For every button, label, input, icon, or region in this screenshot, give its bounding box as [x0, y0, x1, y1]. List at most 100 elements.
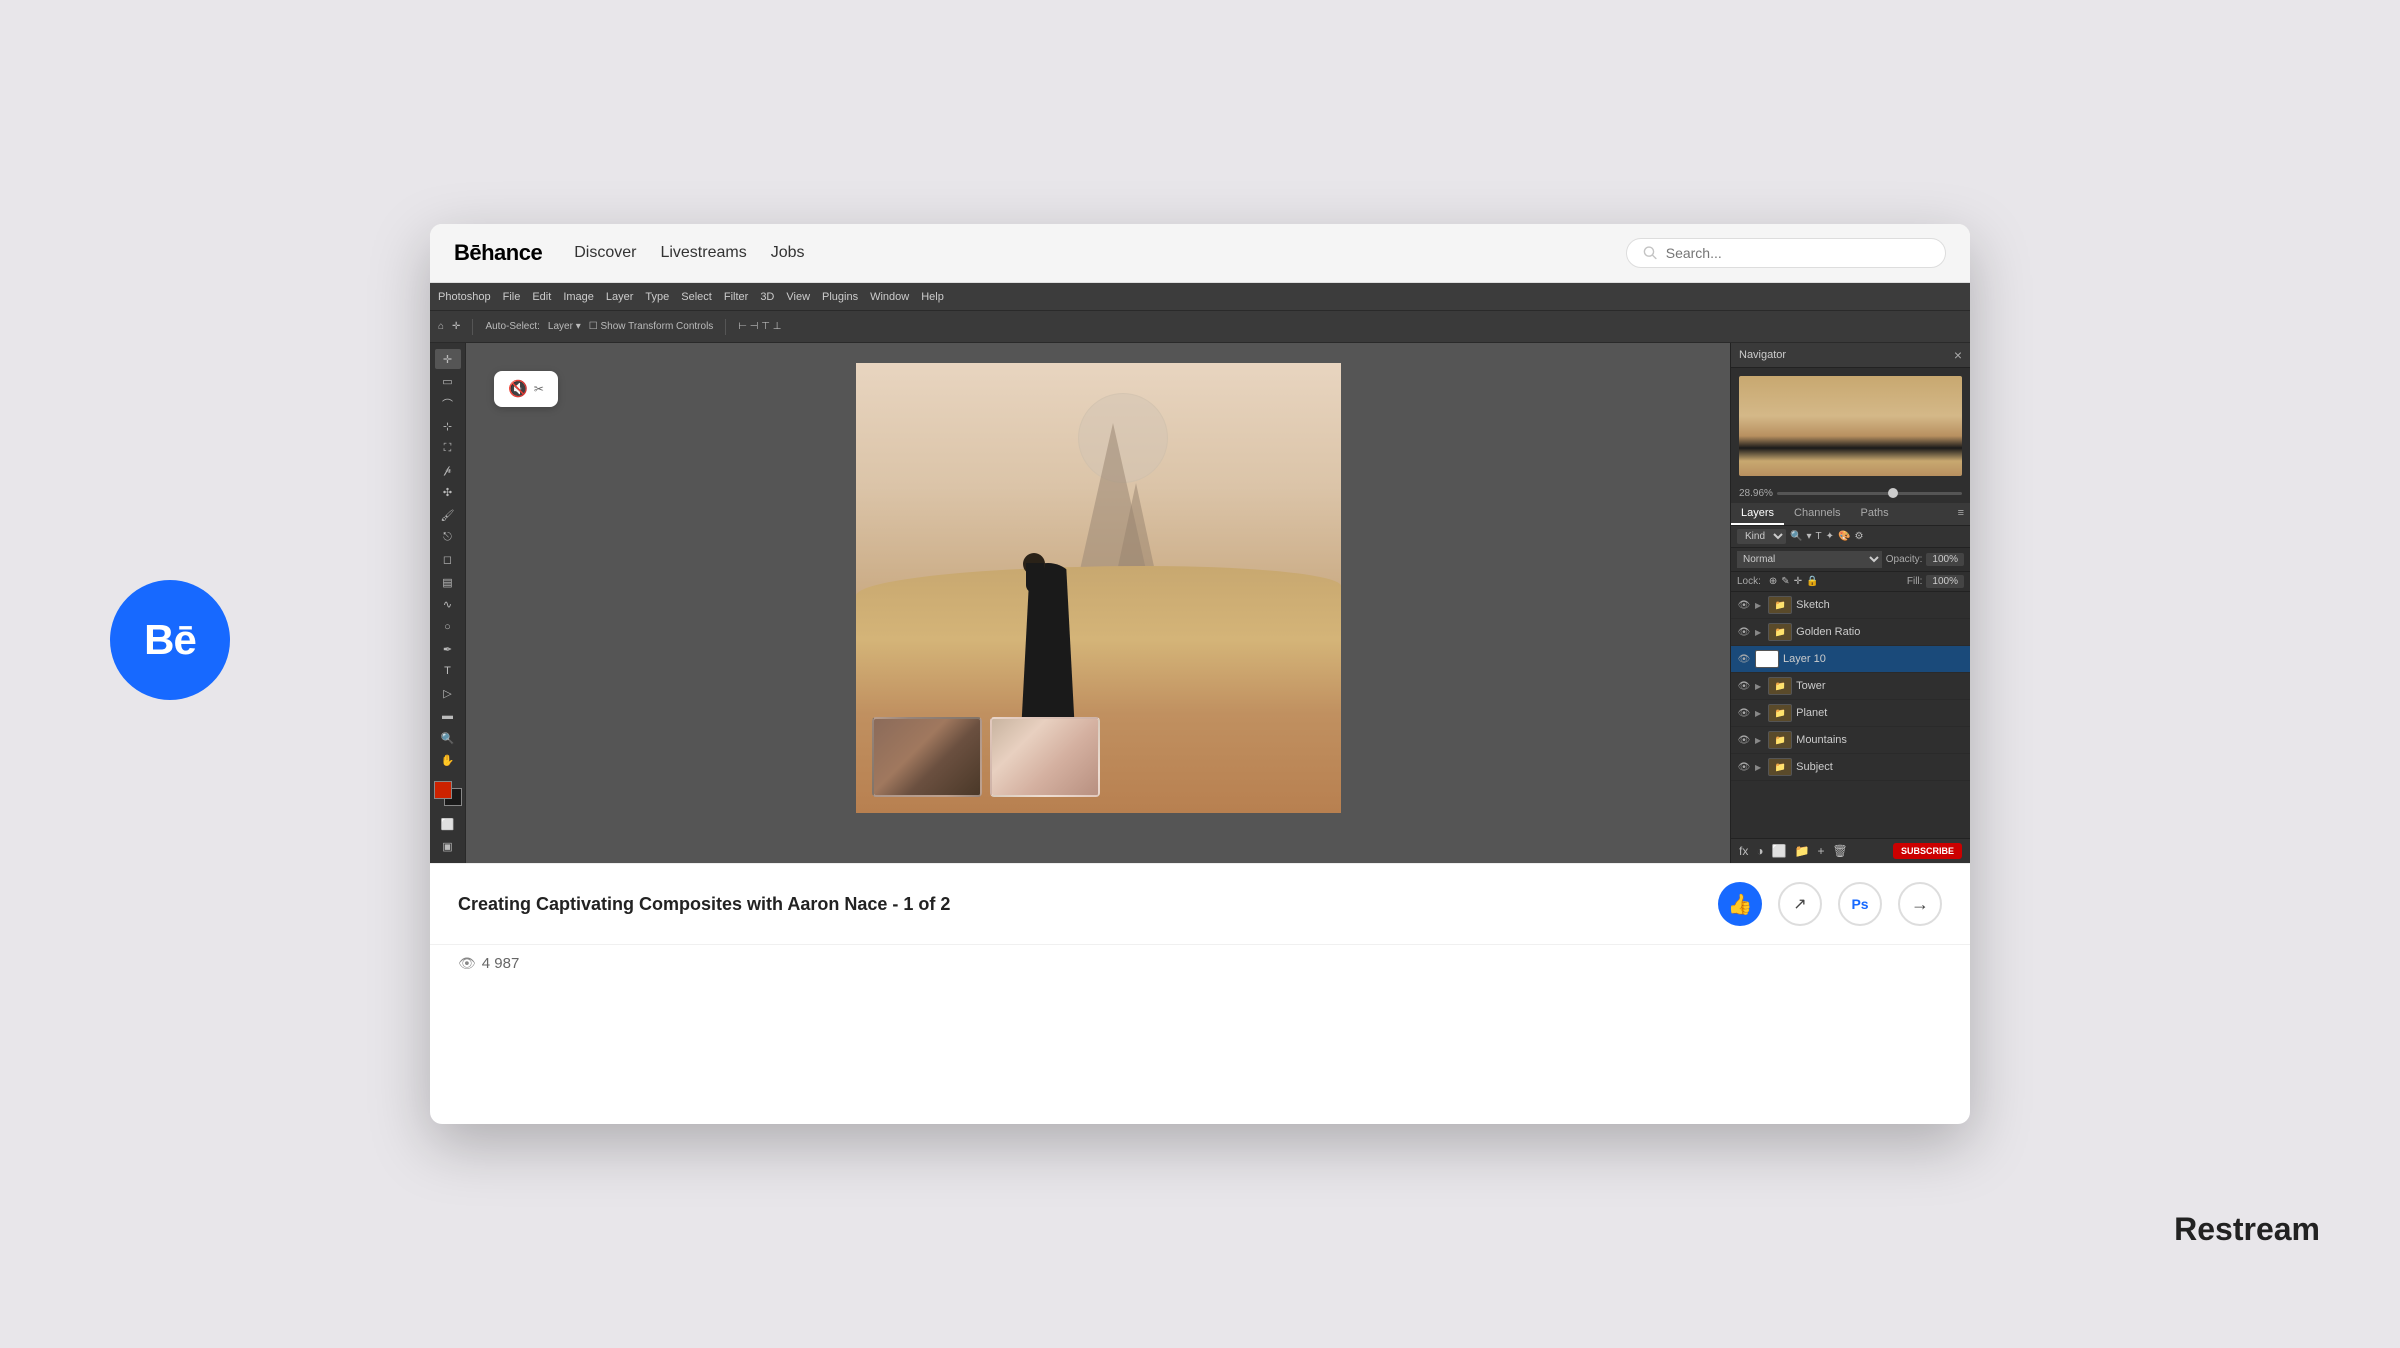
lock-move-icon[interactable]: ✛ — [1794, 576, 1802, 587]
mute-button[interactable]: 🔇 ✂ — [494, 371, 558, 407]
ps-delete-icon[interactable]: 🗑 — [1833, 844, 1848, 858]
ps-tool-select[interactable]: ▭ — [435, 371, 461, 391]
layers-kind-select[interactable]: Kind — [1737, 529, 1786, 544]
ps-layer-dropdown[interactable]: Layer ▾ — [548, 321, 581, 332]
layer-expand-mountains[interactable] — [1755, 735, 1764, 745]
layer-name-planet: Planet — [1796, 707, 1964, 719]
search-input[interactable] — [1666, 245, 1929, 261]
ps-quick-mask[interactable]: ⬜ — [435, 814, 461, 834]
navigator-close[interactable]: × — [1954, 347, 1962, 363]
layer-mountains[interactable]: 👁 📁 Mountains — [1731, 727, 1970, 754]
like-button[interactable]: 👍 — [1718, 882, 1762, 926]
layer-eye-layer10[interactable]: 👁 — [1737, 652, 1751, 666]
ps-menu-view[interactable]: View — [786, 291, 810, 303]
ps-tool-heal[interactable]: ✣ — [435, 483, 461, 503]
share-button[interactable]: ↗ — [1778, 882, 1822, 926]
layer-tower[interactable]: 👁 📁 Tower — [1731, 673, 1970, 700]
ps-tool-brush[interactable]: 🖌 — [435, 505, 461, 525]
ps-tool-move[interactable]: ✛ — [435, 349, 461, 369]
search-bar[interactable] — [1626, 238, 1946, 268]
ps-group-icon[interactable]: 📁 — [1795, 844, 1810, 858]
ps-menu-type[interactable]: Type — [645, 291, 669, 303]
ps-menu-photoshop[interactable]: Photoshop — [438, 291, 491, 303]
layer-layer10[interactable]: 👁 Layer 10 — [1731, 646, 1970, 673]
layer-golden-ratio[interactable]: 👁 📁 Golden Ratio — [1731, 619, 1970, 646]
ps-home-icon[interactable]: ⌂ — [438, 321, 444, 332]
ps-tool-path[interactable]: ▷ — [435, 683, 461, 703]
behance-badge[interactable]: Bē — [110, 580, 230, 700]
fill-value[interactable]: 100% — [1926, 575, 1964, 588]
next-button[interactable]: → — [1898, 882, 1942, 926]
layer-expand-planet[interactable] — [1755, 708, 1764, 718]
layers-panel-menu[interactable]: ≡ — [1952, 503, 1970, 525]
ps-tool-type[interactable]: T — [435, 661, 461, 681]
navigator-zoom-slider[interactable] — [1777, 492, 1962, 495]
ps-menu-image[interactable]: Image — [563, 291, 594, 303]
ps-tool-blur[interactable]: ∿ — [435, 594, 461, 614]
layer-eye-sketch[interactable]: 👁 — [1737, 598, 1751, 612]
ps-transform-checkbox[interactable]: ☐ Show Transform Controls — [589, 321, 714, 332]
tab-layers[interactable]: Layers — [1731, 503, 1784, 525]
layer-eye-mountains[interactable]: 👁 — [1737, 733, 1751, 747]
lock-art-icon[interactable]: ✎ — [1781, 576, 1789, 587]
ps-menu-select[interactable]: Select — [681, 291, 712, 303]
ps-menu-file[interactable]: File — [503, 291, 521, 303]
layers-tool-3[interactable]: ✦ — [1826, 531, 1834, 542]
layers-tool-2[interactable]: T — [1815, 531, 1821, 542]
ps-color-swatches[interactable] — [434, 781, 462, 807]
ps-tool-wand[interactable]: ⊹ — [435, 416, 461, 436]
ps-tool-crop[interactable]: ⛶ — [435, 438, 461, 458]
ps-tool-zoom[interactable]: 🔍 — [435, 728, 461, 748]
ps-tool-shape[interactable]: ▬ — [435, 706, 461, 726]
layer-expand-tower[interactable] — [1755, 681, 1764, 691]
ps-button[interactable]: Ps — [1838, 882, 1882, 926]
ps-tool-pen[interactable]: ✒ — [435, 639, 461, 659]
ps-menu-help[interactable]: Help — [921, 291, 944, 303]
layer-eye-golden[interactable]: 👁 — [1737, 625, 1751, 639]
behance-logo[interactable]: Bēhance — [454, 240, 542, 266]
tab-channels[interactable]: Channels — [1784, 503, 1850, 525]
layers-tool-5[interactable]: ⚙ — [1854, 531, 1863, 542]
layer-subject[interactable]: 👁 📁 Subject — [1731, 754, 1970, 781]
layer-eye-subject[interactable]: 👁 — [1737, 760, 1751, 774]
ps-fg-color[interactable] — [434, 781, 452, 799]
lock-pos-icon[interactable]: ⊕ — [1769, 576, 1777, 587]
ps-menu-edit[interactable]: Edit — [532, 291, 551, 303]
nav-discover[interactable]: Discover — [574, 244, 636, 262]
layer-eye-tower[interactable]: 👁 — [1737, 679, 1751, 693]
ps-tool-gradient[interactable]: ▤ — [435, 572, 461, 592]
ps-move-icon[interactable]: ✛ — [452, 321, 460, 332]
ps-new-layer-icon[interactable]: + — [1818, 844, 1825, 858]
ps-menu-window[interactable]: Window — [870, 291, 909, 303]
nav-livestreams[interactable]: Livestreams — [660, 244, 746, 262]
layer-eye-planet[interactable]: 👁 — [1737, 706, 1751, 720]
tab-paths[interactable]: Paths — [1851, 503, 1899, 525]
layer-planet[interactable]: 👁 📁 Planet — [1731, 700, 1970, 727]
youtube-subscribe-button[interactable]: SUBSCRIBE — [1893, 843, 1962, 859]
ps-tool-dodge[interactable]: ○ — [435, 617, 461, 637]
layer-sketch[interactable]: 👁 📁 Sketch — [1731, 592, 1970, 619]
ps-menu-layer[interactable]: Layer — [606, 291, 634, 303]
opacity-value[interactable]: 100% — [1926, 553, 1964, 566]
lock-all-icon[interactable]: 🔒 — [1806, 576, 1818, 587]
layer-expand-golden[interactable] — [1755, 627, 1764, 637]
ps-fx-icon[interactable]: fx — [1739, 844, 1748, 858]
ps-tool-eraser[interactable]: ◻ — [435, 550, 461, 570]
ps-tool-hand[interactable]: ✋ — [435, 750, 461, 770]
layer-expand-subject[interactable] — [1755, 762, 1764, 772]
ps-screen-mode[interactable]: ▣ — [435, 837, 461, 857]
blend-mode-select[interactable]: Normal — [1737, 551, 1882, 568]
ps-menu-plugins[interactable]: Plugins — [822, 291, 858, 303]
ps-tool-lasso[interactable]: ⌒ — [435, 394, 461, 414]
ps-mask-icon[interactable]: ⬜ — [1772, 844, 1787, 858]
ps-tool-eyedropper[interactable]: 𝓅 — [435, 460, 461, 480]
layers-tool-1[interactable]: ▾ — [1806, 531, 1811, 542]
layer-expand-sketch[interactable] — [1755, 600, 1764, 610]
ps-tool-stamp[interactable]: ⎋ — [435, 527, 461, 547]
ps-menu-3d[interactable]: 3D — [760, 291, 774, 303]
nav-jobs[interactable]: Jobs — [771, 244, 805, 262]
ps-adjustment-icon[interactable]: ◑ — [1756, 844, 1763, 858]
layers-filter-icon[interactable]: 🔍 — [1790, 531, 1802, 542]
layers-tool-4[interactable]: 🎨 — [1838, 531, 1850, 542]
ps-menu-filter[interactable]: Filter — [724, 291, 748, 303]
